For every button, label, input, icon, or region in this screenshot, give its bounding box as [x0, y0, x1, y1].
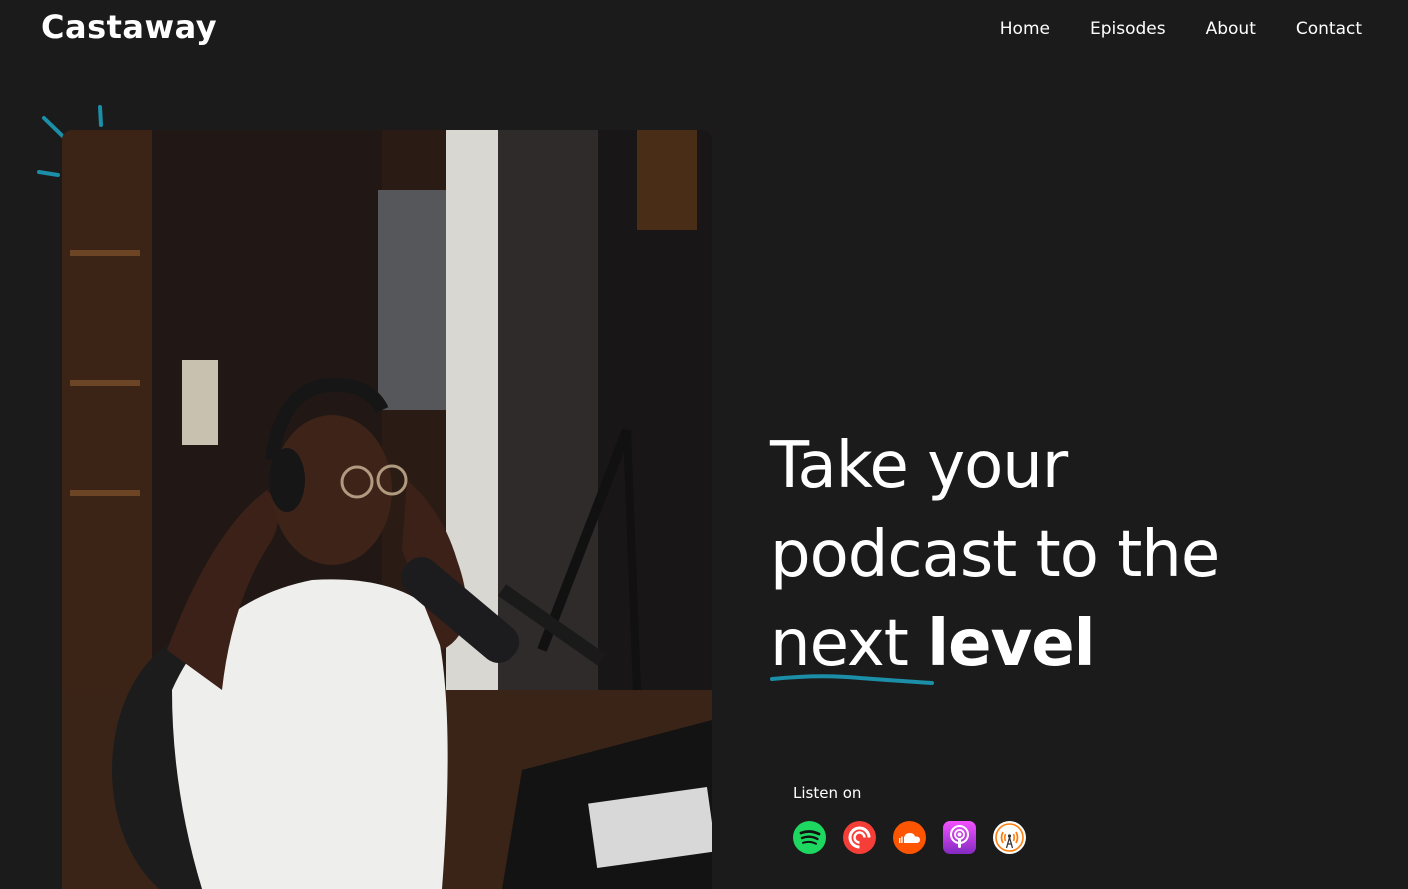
hero-title: Take your podcast to the next level [770, 422, 1370, 689]
page: Castaway Home Episodes About Contact Tak… [0, 0, 1408, 889]
nav-episodes[interactable]: Episodes [1090, 19, 1166, 39]
site-logo[interactable]: Castaway [41, 8, 217, 46]
pocket-casts-icon[interactable] [843, 821, 876, 854]
hero-title-line1: Take your [770, 429, 1068, 503]
title-underline-icon [770, 674, 934, 685]
hero-title-line2: podcast to the [770, 518, 1220, 592]
listen-on-label: Listen on [793, 784, 862, 802]
overcast-icon[interactable] [993, 821, 1026, 854]
main-nav: Home Episodes About Contact [1000, 19, 1362, 39]
apple-podcasts-icon[interactable] [943, 821, 976, 854]
hero-photo [62, 130, 712, 889]
nav-about[interactable]: About [1206, 19, 1256, 39]
nav-home[interactable]: Home [1000, 19, 1050, 39]
spotify-icon[interactable] [793, 821, 826, 854]
nav-contact[interactable]: Contact [1296, 19, 1362, 39]
soundcloud-icon[interactable] [893, 821, 926, 854]
hero-title-level: level [927, 607, 1095, 681]
platform-links [793, 821, 1026, 854]
